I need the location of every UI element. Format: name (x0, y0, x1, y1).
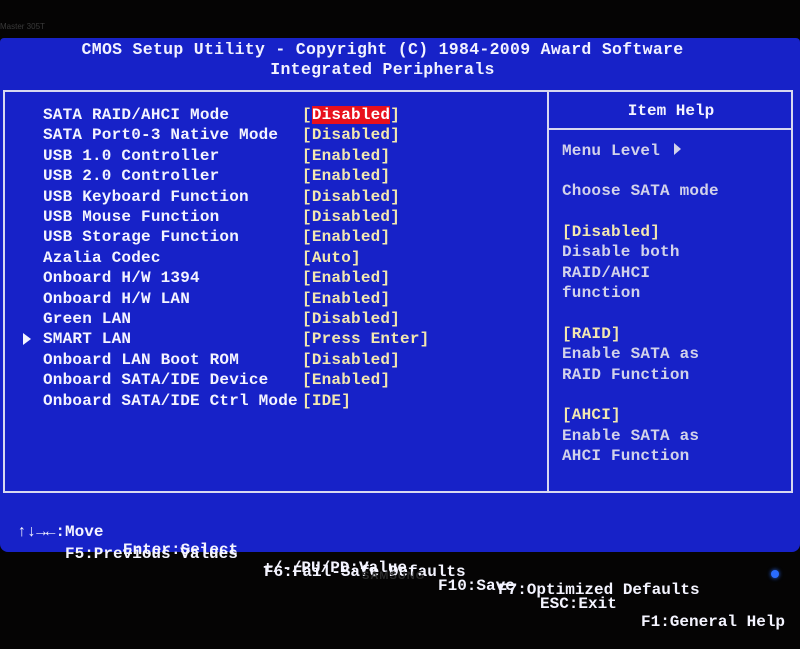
setting-value[interactable]: [Enabled] (302, 269, 390, 287)
setting-row[interactable]: Onboard H/W LAN [Enabled] (5, 290, 545, 310)
setting-value-text: Disabled (311, 310, 391, 328)
setting-row[interactable]: SATA Port0-3 Native Mode [Disabled] (5, 126, 545, 146)
setting-label: USB Mouse Function (43, 208, 220, 226)
setting-label: Onboard SATA/IDE Device (43, 371, 269, 390)
setting-label: Onboard H/W LAN (43, 289, 191, 308)
setting-value-text: Disabled (311, 187, 391, 206)
setting-row[interactable]: USB Storage Function [Enabled] (5, 228, 545, 248)
submenu-arrow-icon (23, 333, 31, 346)
setting-label: SATA RAID/AHCI Mode (43, 106, 230, 124)
setting-row[interactable]: SMART LAN [Press Enter] (5, 330, 545, 350)
menu-level: Menu Level (562, 142, 682, 160)
setting-value-text: Enabled (311, 228, 381, 247)
setting-value-text: Enabled (311, 269, 381, 288)
help-line: AHCI Function (562, 447, 690, 465)
setting-row[interactable]: Azalia Codec [Auto] (5, 249, 545, 269)
setting-label: USB Storage Function (43, 228, 240, 247)
settings-panel: SATA RAID/AHCI Mode [Disabled] SATA Port0-… (3, 90, 793, 493)
setting-label: SATA Port0-3 Native Mode (43, 126, 279, 145)
setting-value-text: Enabled (311, 167, 381, 186)
setting-value-text: Enabled (311, 371, 381, 390)
setting-value-text: Press Enter (311, 330, 420, 349)
setting-row[interactable]: Green LAN [Disabled] (5, 310, 545, 330)
setting-label: SMART LAN (43, 330, 132, 349)
panel-divider (547, 92, 549, 491)
header-title: CMOS Setup Utility - Copyright (C) 1984-… (81, 40, 684, 59)
help-line: [AHCI] (562, 406, 621, 424)
setting-label: USB Keyboard Function (43, 187, 249, 206)
help-line: Choose SATA mode (562, 182, 719, 200)
setting-row[interactable]: Onboard H/W 1394 [Enabled] (5, 269, 545, 289)
help-line: function (562, 284, 641, 302)
key-previous-values: F5:Previous Values (65, 545, 238, 563)
setting-value[interactable]: [Enabled] (302, 290, 390, 308)
setting-row[interactable]: USB 1.0 Controller [Enabled] (5, 147, 545, 167)
page-title: Integrated Peripherals (270, 60, 495, 79)
setting-value[interactable]: [Enabled] (302, 167, 390, 185)
setting-value-text: IDE (311, 391, 342, 410)
setting-value[interactable]: [Auto] (302, 249, 361, 267)
help-line: RAID/AHCI (562, 264, 651, 282)
setting-value-text: Enabled (311, 146, 381, 165)
setting-label: USB 2.0 Controller (43, 167, 220, 186)
setting-value[interactable]: [Enabled] (302, 371, 390, 389)
setting-value[interactable]: [Press Enter] (302, 330, 429, 348)
setting-row[interactable]: USB Mouse Function [Disabled] (5, 208, 545, 228)
key-optimized-defaults: F7:Optimized Defaults (498, 581, 700, 599)
setting-value[interactable]: [Disabled] (302, 310, 400, 328)
help-line: Disable both (562, 243, 680, 261)
bios-screen: CMOS Setup Utility - Copyright (C) 1984-… (0, 38, 800, 631)
setting-value[interactable]: [Disabled] (302, 188, 400, 206)
setting-row[interactable]: USB Keyboard Function [Disabled] (5, 188, 545, 208)
help-line: Enable SATA as (562, 345, 700, 363)
setting-value[interactable]: [Enabled] (302, 147, 390, 165)
setting-value[interactable]: [Disabled] (302, 106, 400, 124)
setting-value-text: Disabled (311, 106, 391, 124)
setting-row[interactable]: Onboard SATA/IDE Ctrl Mode [IDE] (5, 392, 545, 412)
item-help-title: Item Help (627, 102, 715, 120)
setting-value[interactable]: [Enabled] (302, 228, 390, 246)
setting-row[interactable]: USB 2.0 Controller [Enabled] (5, 167, 545, 187)
setting-value-text: Auto (311, 248, 352, 267)
setting-row[interactable]: Onboard LAN Boot ROM [Disabled] (5, 351, 545, 371)
setting-value[interactable]: [Disabled] (302, 351, 400, 369)
menu-level-label: Menu Level (562, 142, 661, 160)
setting-label: Azalia Codec (43, 248, 161, 267)
setting-row[interactable]: SATA RAID/AHCI Mode [Disabled] (5, 106, 545, 126)
help-line: [RAID] (562, 325, 621, 343)
setting-label: USB 1.0 Controller (43, 146, 220, 165)
setting-value[interactable]: [Disabled] (302, 126, 400, 144)
setting-value-text: Enabled (311, 289, 381, 308)
monitor-brand-logo: SAMSUNG (362, 570, 426, 582)
setting-value[interactable]: [Disabled] (302, 208, 400, 226)
setting-row[interactable]: Onboard SATA/IDE Device [Enabled] (5, 371, 545, 391)
setting-value-text: Disabled (311, 208, 391, 226)
setting-label: Onboard LAN Boot ROM (43, 350, 240, 369)
help-line: Enable SATA as (562, 427, 700, 445)
help-line: RAID Function (562, 366, 690, 384)
setting-value[interactable]: [IDE] (302, 392, 351, 410)
help-line: [Disabled] (562, 223, 661, 241)
setting-value-text: Disabled (311, 126, 391, 145)
setting-label: Onboard H/W 1394 (43, 269, 200, 288)
power-led-icon (771, 570, 779, 578)
setting-value-text: Disabled (311, 350, 391, 369)
setting-label: Green LAN (43, 310, 132, 328)
monitor-model-label: Master 305T (0, 22, 45, 31)
help-header-divider (549, 128, 793, 130)
setting-label: Onboard SATA/IDE Ctrl Mode (43, 391, 298, 410)
menu-level-arrow-icon (674, 143, 682, 155)
